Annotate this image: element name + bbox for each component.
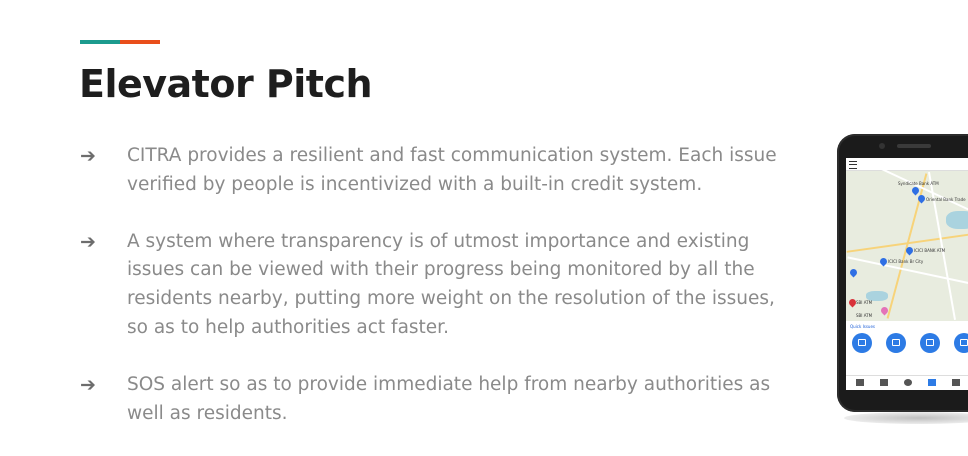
globe-nav-icon[interactable] [904,379,912,386]
accent-teal-segment [80,40,120,44]
bullet-item: ➔ CITRA provides a resilient and fast co… [80,142,780,200]
right-arrow-icon: ➔ [80,373,96,396]
map-label: ICICI BANK ATM [914,248,946,253]
map-label: Syndicate Bank ATM [898,181,939,186]
bullet-text: SOS alert so as to provide immediate hel… [127,373,771,424]
sheet-title: Quick Issues [850,324,876,329]
list-nav-icon[interactable] [880,379,888,386]
home-action-button[interactable] [920,333,940,353]
bank-icon [858,339,866,346]
phone-mockup: Syndicate Bank ATM Oriental Bank Trade I… [830,130,968,430]
phone-screen: Syndicate Bank ATM Oriental Bank Trade I… [846,158,968,390]
camera-icon [879,143,885,149]
map-label: SBI ATM [856,300,873,305]
menu-icon [849,161,857,169]
warning-nav-icon[interactable] [952,379,960,386]
bullet-text: CITRA provides a resilient and fast comm… [127,145,777,195]
map-label: ICICI Bank Br City [888,259,924,264]
map-view: Syndicate Bank ATM Oriental Bank Trade I… [846,167,968,321]
map-label: Oriental Bank Trade [926,197,966,202]
map-pin[interactable] [904,245,915,256]
map-pin[interactable] [848,267,859,278]
bullet-text: A system where transparency is of utmost… [127,230,775,338]
bullet-item: ➔ A system where transparency is of utmo… [80,228,780,343]
home-icon [926,339,934,346]
right-arrow-icon: ➔ [80,230,96,253]
slide-title: Elevator Pitch [79,62,373,106]
bank-action-button[interactable] [852,333,872,353]
accent-orange-segment [120,40,160,44]
trash-icon [892,339,900,346]
megaphone-nav-icon[interactable] [928,379,936,386]
map-lake [946,211,968,229]
power-action-button[interactable] [954,333,968,353]
lightning-icon [960,339,968,346]
map-label: SBI ATM [856,313,873,318]
app-bar [846,158,968,171]
speaker-grille [897,144,931,148]
title-accent-bar [80,40,160,44]
trash-action-button[interactable] [886,333,906,353]
map-road [927,172,956,320]
bullet-item: ➔ SOS alert so as to provide immediate h… [80,371,780,429]
bottom-nav [846,375,968,390]
phone-shadow [844,412,968,424]
bullet-list: ➔ CITRA provides a resilient and fast co… [80,142,780,456]
bank-nav-icon[interactable] [856,379,864,386]
phone-body: Syndicate Bank ATM Oriental Bank Trade I… [837,134,968,412]
right-arrow-icon: ➔ [80,145,96,167]
